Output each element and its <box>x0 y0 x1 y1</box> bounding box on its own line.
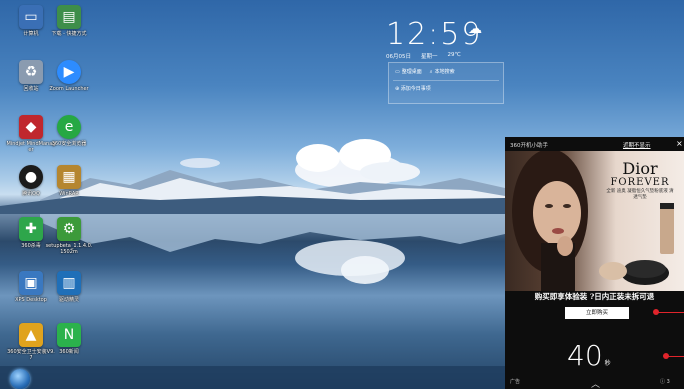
ad-label: 广告 <box>510 379 521 385</box>
desktop-icon-360-news[interactable]: N 360新闻 <box>44 323 94 355</box>
driver-icon: ▥ <box>57 271 81 295</box>
cloud-icon: ☁ <box>468 21 482 37</box>
ad-headline: 购买即享体验装 ?日内正装未拆可退 <box>534 292 655 301</box>
browser-360-icon: e <box>57 115 81 139</box>
product-name: FOREVER <box>610 177 670 188</box>
folder-shortcut-icon: ▤ <box>57 5 81 29</box>
clock-date: 06月05日 <box>386 54 411 60</box>
add-todo-button[interactable]: ⊕ 添加今日事项 <box>389 81 503 96</box>
ad-title: 360开机小助手 <box>510 143 548 149</box>
chevron-up-icon[interactable]: ︿ <box>591 377 600 389</box>
desktop-icon-winrar[interactable]: ▦ WinRAR <box>44 165 94 197</box>
archive-icon: ▦ <box>57 165 81 189</box>
desktop-icon-360-browser[interactable]: e 360安全浏览器 <box>44 115 94 147</box>
brand-block: Dior FOREVER 全新 迪奥 凝脂恒久气垫粉底液 清透气垫 <box>605 161 675 201</box>
search-icon: ⌕ <box>429 68 433 75</box>
start-button[interactable] <box>10 369 30 389</box>
clock-weekday: 星期一 <box>421 54 438 60</box>
qq-icon: ● <box>19 165 43 189</box>
computer-icon: ▭ <box>19 5 43 29</box>
desktop-icon-zoom[interactable]: ▶ Zoom Launcher <box>44 60 94 92</box>
ad-info[interactable]: ⓘ 3 <box>660 378 670 385</box>
desktop-icon-setupbeta[interactable]: ⚙ setupbeta_1.1.4.0.1502m <box>44 217 94 255</box>
monitor-icon: ▭ <box>395 68 400 75</box>
countdown-value: 40 <box>567 339 603 372</box>
clock-widget: 12:59 ☁ 06月05日 星期一 29℃ <box>386 17 504 61</box>
close-icon[interactable]: × <box>676 139 683 148</box>
desktop-app-icon: ▣ <box>19 271 43 295</box>
mindmanager-icon: ◆ <box>19 115 43 139</box>
recycle-bin-icon: ♻ <box>19 60 43 84</box>
red-dot <box>653 309 659 315</box>
local-search-link[interactable]: ⌕ 本地搜索 <box>429 68 455 76</box>
countdown-unit: 秒 <box>604 360 611 367</box>
ad-image[interactable]: Dior FOREVER 全新 迪奥 凝脂恒久气垫粉底液 清透气垫 <box>505 151 684 291</box>
ad-popup: 360开机小助手 近期不显示 × Dior FOREVER 全新 迪奥 凝脂恒久… <box>505 137 684 389</box>
desktop-helper-widget: ▭ 整理桌面 ⌕ 本地搜索 ⊕ 添加今日事项 <box>388 62 504 104</box>
clock-temperature: 29℃ <box>447 52 461 58</box>
antivirus-360-icon: ✚ <box>19 217 43 241</box>
do-not-show-link[interactable]: 近期不显示 <box>623 141 651 149</box>
zoom-icon: ▶ <box>57 60 81 84</box>
ad-header: 360开机小助手 近期不显示 × <box>505 137 684 151</box>
accent-line <box>655 312 684 313</box>
news-360-icon: N <box>57 323 81 347</box>
desktop-icon-driver[interactable]: ▥ 驱动精灵 <box>44 271 94 303</box>
clock-dateline: 06月05日 星期一 29℃ <box>386 52 504 60</box>
countdown-timer: 40 秒 <box>567 339 611 372</box>
organize-desktop-link[interactable]: ▭ 整理桌面 <box>395 68 422 76</box>
product-subtitle: 全新 迪奥 凝脂恒久气垫粉底液 清透气垫 <box>606 189 674 200</box>
buy-now-button[interactable]: 立即购买 <box>565 307 629 319</box>
desktop-icon-downloads-shortcut[interactable]: ▤ 下载 - 快捷方式 <box>44 5 94 37</box>
plus-circle-icon: ⊕ <box>395 86 400 92</box>
clock-time: 12:59 <box>386 17 483 52</box>
red-dot <box>663 353 669 359</box>
accent-line <box>667 356 684 357</box>
installer-icon: ▲ <box>19 323 43 347</box>
brand-name: Dior <box>622 159 658 178</box>
setup-icon: ⚙ <box>57 217 81 241</box>
